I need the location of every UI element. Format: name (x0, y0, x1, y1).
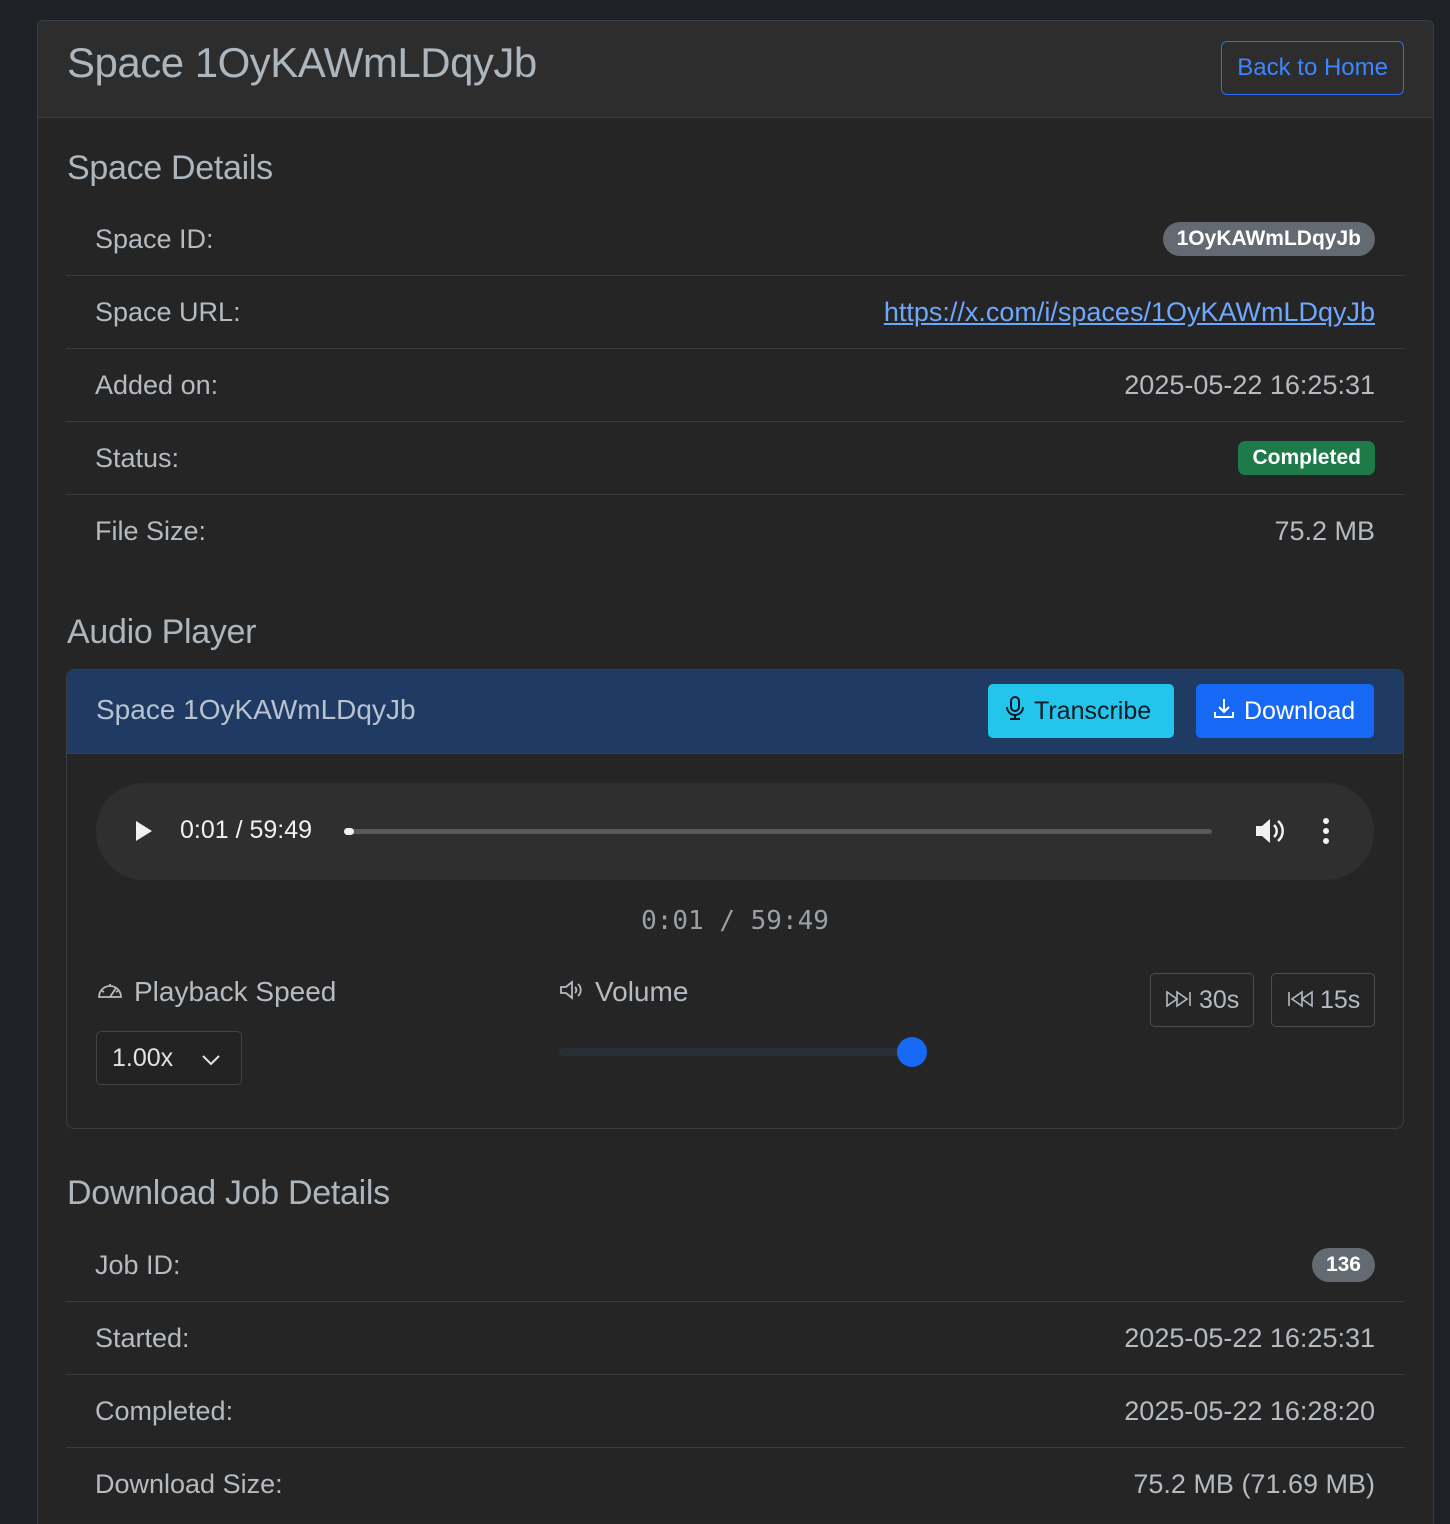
detail-label: Space ID: (95, 223, 214, 254)
audio-player-heading: Audio Player (67, 613, 257, 651)
file-size-value: 75.2 MB (1274, 516, 1375, 546)
job-label: Job ID: (95, 1249, 181, 1280)
detail-label: Status: (95, 442, 180, 473)
download-label: Download (1244, 696, 1356, 725)
skip-back-15-button[interactable]: 15s (1271, 973, 1376, 1027)
volume-text: Volume (595, 976, 689, 1007)
volume-slider-thumb[interactable] (897, 1037, 927, 1067)
transcribe-label: Transcribe (1034, 696, 1152, 725)
detail-row-added-on: Added on: 2025-05-22 16:25:31 (66, 349, 1404, 422)
audio-player-header: Space 1OyKAWmLDqyJb Transcribe Download (67, 670, 1403, 754)
play-icon[interactable] (134, 819, 154, 848)
page-title: Space 1OyKAWmLDqyJb (67, 39, 537, 86)
volume-icon[interactable] (1254, 816, 1286, 851)
skip-forward-30-button[interactable]: 30s (1150, 973, 1255, 1027)
job-details-heading: Download Job Details (67, 1174, 390, 1212)
started-value: 2025-05-22 16:25:31 (1124, 1322, 1375, 1353)
download-icon (1212, 696, 1236, 727)
speed-value: 1.00x (112, 1043, 174, 1072)
microphone-icon (1004, 695, 1026, 728)
volume-slider[interactable] (559, 1037, 927, 1067)
job-row-download-size: Download Size: 75.2 MB (71.69 MB) (66, 1448, 1404, 1521)
playback-speed-label: Playback Speed (96, 976, 336, 1008)
transcribe-button[interactable]: Transcribe (988, 684, 1174, 738)
job-row-id: Job ID: 136 (66, 1229, 1404, 1302)
audio-card-title: Space 1OyKAWmLDqyJb (96, 694, 416, 725)
completed-value: 2025-05-22 16:28:20 (1124, 1395, 1375, 1426)
native-audio-controls[interactable]: 0:01 / 59:49 (96, 783, 1374, 880)
custom-time-display: 0:01 / 59:49 (641, 906, 829, 936)
playback-speed-select[interactable]: 1.00x (96, 1031, 242, 1085)
detail-row-space-id: Space ID: 1OyKAWmLDqyJb (66, 203, 1404, 276)
space-url-link[interactable]: https://x.com/i/spaces/1OyKAWmLDqyJb (884, 297, 1375, 328)
seek-progress (344, 828, 354, 835)
detail-label: Space URL: (95, 296, 241, 327)
job-row-completed: Completed: 2025-05-22 16:28:20 (66, 1375, 1404, 1448)
audio-player-card: Space 1OyKAWmLDqyJb Transcribe Download … (66, 669, 1404, 1129)
back-to-home-button[interactable]: Back to Home (1221, 41, 1404, 95)
space-details-heading: Space Details (67, 149, 273, 187)
rewind-icon (1286, 986, 1314, 1015)
detail-label: File Size: (95, 516, 207, 546)
more-options-icon[interactable] (1322, 817, 1330, 850)
volume-label: Volume (559, 976, 688, 1008)
added-on-value: 2025-05-22 16:25:31 (1124, 369, 1375, 400)
space-card: Space 1OyKAWmLDqyJb Back to Home Space D… (37, 20, 1434, 1524)
speaker-icon (559, 976, 585, 1008)
detail-label: Added on: (95, 369, 219, 400)
native-time-display: 0:01 / 59:49 (180, 816, 313, 844)
skip-forward-label: 30s (1199, 985, 1240, 1014)
job-label: Started: (95, 1322, 190, 1353)
seek-bar[interactable] (344, 828, 1212, 835)
card-header: Space 1OyKAWmLDqyJb Back to Home (38, 21, 1433, 118)
download-button[interactable]: Download (1196, 684, 1374, 738)
skip-back-label: 15s (1320, 985, 1361, 1014)
job-label: Download Size: (95, 1469, 283, 1499)
chevron-down-icon (201, 1044, 221, 1073)
job-details-list: Job ID: 136 Started: 2025-05-22 16:25:31… (66, 1229, 1404, 1521)
status-badge: Completed (1238, 441, 1375, 475)
detail-row-status: Status: Completed (66, 422, 1404, 495)
space-id-badge: 1OyKAWmLDqyJb (1162, 222, 1375, 256)
job-label: Completed: (95, 1395, 234, 1426)
space-details-list: Space ID: 1OyKAWmLDqyJb Space URL: https… (66, 203, 1404, 568)
job-id-badge: 136 (1311, 1248, 1375, 1282)
job-row-started: Started: 2025-05-22 16:25:31 (66, 1302, 1404, 1375)
speedometer-icon (96, 976, 124, 1008)
download-size-value: 75.2 MB (71.69 MB) (1133, 1469, 1375, 1499)
fast-forward-icon (1165, 986, 1193, 1015)
detail-row-file-size: File Size: 75.2 MB (66, 495, 1404, 568)
playback-speed-text: Playback Speed (134, 976, 337, 1007)
detail-row-space-url: Space URL: https://x.com/i/spaces/1OyKAW… (66, 276, 1404, 349)
